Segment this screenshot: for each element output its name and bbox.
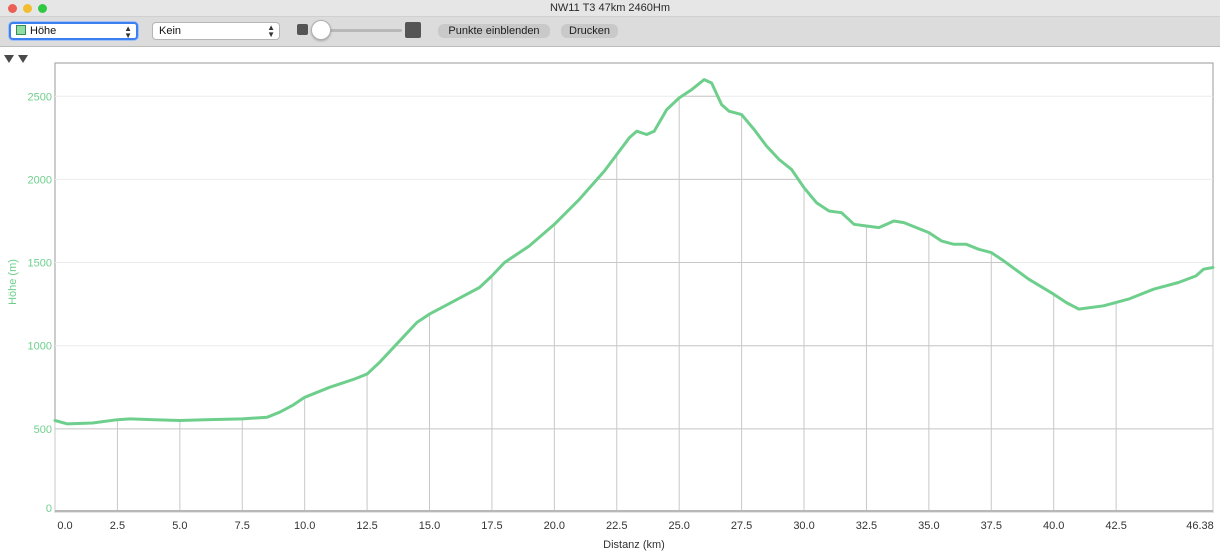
print-button[interactable]: Drucken bbox=[561, 24, 618, 38]
y-tick-label: 2500 bbox=[28, 91, 52, 103]
x-tick-label: 37.5 bbox=[981, 520, 1002, 532]
profile-select-value: Höhe bbox=[30, 25, 57, 37]
x-tick-label: 30.0 bbox=[793, 520, 814, 532]
y-tick-label: 0 bbox=[46, 503, 52, 515]
x-tick-label: 7.5 bbox=[235, 520, 250, 532]
window-title: NW11 T3 47km 2460Hm bbox=[549, 2, 671, 14]
x-tick-label: 0.0 bbox=[57, 520, 72, 532]
overlay-select[interactable]: Kein ▲ ▼ bbox=[152, 22, 280, 40]
grid-layer bbox=[54, 62, 1214, 513]
select-arrows-icon: ▲ ▼ bbox=[267, 23, 275, 39]
x-tick-label: 35.0 bbox=[918, 520, 939, 532]
x-tick-label: 12.5 bbox=[356, 520, 377, 532]
x-tick-label: 15.0 bbox=[419, 520, 440, 532]
plot-area bbox=[54, 62, 1214, 513]
x-tick-label: 2.5 bbox=[110, 520, 125, 532]
x-tick-label: 20.0 bbox=[544, 520, 565, 532]
x-tick-label: 46.38 bbox=[1186, 520, 1214, 532]
profile-select[interactable]: Höhe ▲ ▼ bbox=[9, 22, 138, 40]
x-tick-label: 22.5 bbox=[606, 520, 627, 532]
x-axis-label: Distanz (km) bbox=[603, 539, 665, 551]
x-tick-label: 10.0 bbox=[294, 520, 315, 532]
elevation-chart[interactable]: 0.0 2.5 5.0 7.5 10.0 12.5 15.0 17.5 20.0 22.5 25.0… bbox=[0, 60, 1220, 556]
zoom-in-person-icon bbox=[405, 22, 421, 38]
x-tick-label: 5.0 bbox=[172, 520, 187, 532]
title-bar: NW11 T3 47km 2460Hm bbox=[0, 0, 1220, 17]
zoom-out-person-icon bbox=[297, 24, 308, 35]
select-arrows-icon: ▲ ▼ bbox=[124, 24, 132, 40]
x-tick-label: 42.5 bbox=[1105, 520, 1126, 532]
series-color-swatch bbox=[16, 25, 26, 35]
x-tick-label: 17.5 bbox=[481, 520, 502, 532]
range-markers bbox=[4, 50, 32, 63]
y-tick-label: 500 bbox=[34, 424, 52, 436]
x-tick-label: 32.5 bbox=[856, 520, 877, 532]
x-tick-label: 27.5 bbox=[731, 520, 752, 532]
zoom-slider-track[interactable] bbox=[320, 29, 402, 32]
zoom-slider-knob[interactable] bbox=[311, 20, 331, 40]
y-tick-label: 1000 bbox=[28, 341, 52, 353]
overlay-select-value: Kein bbox=[159, 25, 182, 37]
y-tick-label: 1500 bbox=[28, 258, 52, 270]
show-points-button[interactable]: Punkte einblenden bbox=[438, 24, 550, 38]
toolbar: Höhe ▲ ▼ Kein ▲ ▼ Punkte einblenden Drucke… bbox=[0, 17, 1220, 47]
y-axis-label: Höhe (m) bbox=[7, 259, 19, 305]
x-tick-label: 25.0 bbox=[668, 520, 689, 532]
x-tick-label: 40.0 bbox=[1043, 520, 1064, 532]
y-tick-label: 2000 bbox=[28, 174, 52, 186]
